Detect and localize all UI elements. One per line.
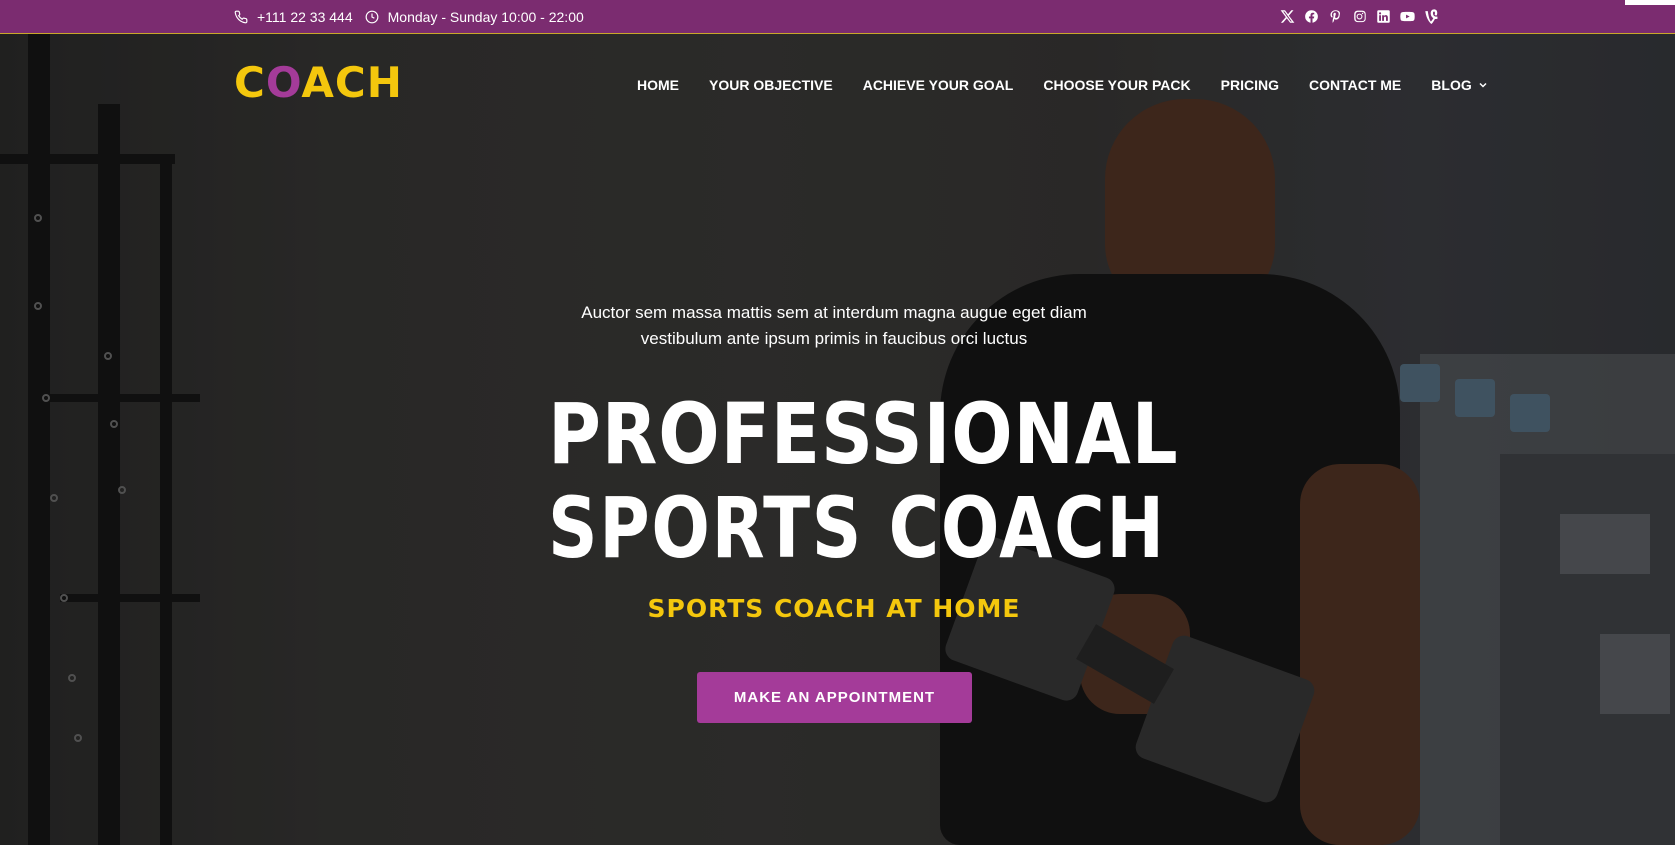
linkedin-icon[interactable] xyxy=(1375,9,1391,25)
facebook-icon[interactable] xyxy=(1303,9,1319,25)
hero-intro-text: Auctor sem massa mattis sem at interdum … xyxy=(540,300,1128,352)
hero-headline-primary: PROFESSIONAL xyxy=(548,385,1179,483)
nav-label: CHOOSE YOUR PACK xyxy=(1043,77,1191,93)
nav-label: YOUR OBJECTIVE xyxy=(709,77,833,93)
main-nav: HOME YOUR OBJECTIVE ACHIEVE YOUR GOAL CH… xyxy=(637,70,1489,100)
chevron-down-icon xyxy=(1479,82,1487,88)
nav-label: HOME xyxy=(637,77,679,93)
nav-item-pricing[interactable]: PRICING xyxy=(1221,77,1279,93)
make-appointment-button[interactable]: MAKE AN APPOINTMENT xyxy=(697,672,972,723)
nav-item-contact-me[interactable]: CONTACT ME xyxy=(1309,77,1401,93)
nav-label: ACHIEVE YOUR GOAL xyxy=(862,77,1014,93)
top-bar: +111 22 33 444 Monday - Sunday 10:00 - 2… xyxy=(0,0,1675,34)
nav-label: CONTACT ME xyxy=(1308,77,1402,93)
phone-number: +111 22 33 444 xyxy=(257,8,353,25)
youtube-icon[interactable] xyxy=(1399,9,1415,25)
logo-letters-ach: ACH xyxy=(301,58,403,107)
nav-item-achieve-your-goal[interactable]: ACHIEVE YOUR GOAL xyxy=(863,77,1014,93)
nav-item-home[interactable]: HOME xyxy=(637,77,679,93)
intro-line-1: Auctor sem massa mattis sem at interdum … xyxy=(581,303,1087,322)
hero-subheading: SPORTS COACH AT HOME xyxy=(647,594,1021,623)
logo-letter-c: C xyxy=(234,58,266,107)
scroll-indicator xyxy=(1625,0,1675,5)
nav-label: PRICING xyxy=(1220,77,1279,93)
vine-icon[interactable] xyxy=(1423,9,1439,25)
nav-label: BLOG xyxy=(1431,77,1472,93)
nav-item-choose-your-pack[interactable]: CHOOSE YOUR PACK xyxy=(1043,77,1190,93)
phone-icon xyxy=(234,10,248,23)
instagram-icon[interactable] xyxy=(1351,9,1367,25)
opening-hours: Monday - Sunday 10:00 - 22:00 xyxy=(387,8,584,25)
site-logo[interactable]: COACH xyxy=(234,58,403,107)
social-links xyxy=(1271,0,1439,33)
clock-icon xyxy=(365,10,379,23)
intro-line-2: vestibulum ante ipsum primis in faucibus… xyxy=(640,329,1028,348)
x-icon[interactable] xyxy=(1279,9,1295,25)
pinterest-icon[interactable] xyxy=(1327,9,1343,25)
hours-info: Monday - Sunday 10:00 - 22:00 xyxy=(365,9,584,25)
hero-headline-secondary: SPORTS COACH xyxy=(548,479,1166,577)
nav-item-your-objective[interactable]: YOUR OBJECTIVE xyxy=(709,77,833,93)
logo-letter-o: O xyxy=(265,58,302,107)
contact-info: +111 22 33 444 Monday - Sunday 10:00 - 2… xyxy=(234,0,596,33)
phone-info[interactable]: +111 22 33 444 xyxy=(234,9,353,25)
nav-item-blog[interactable]: BLOG xyxy=(1431,77,1488,93)
